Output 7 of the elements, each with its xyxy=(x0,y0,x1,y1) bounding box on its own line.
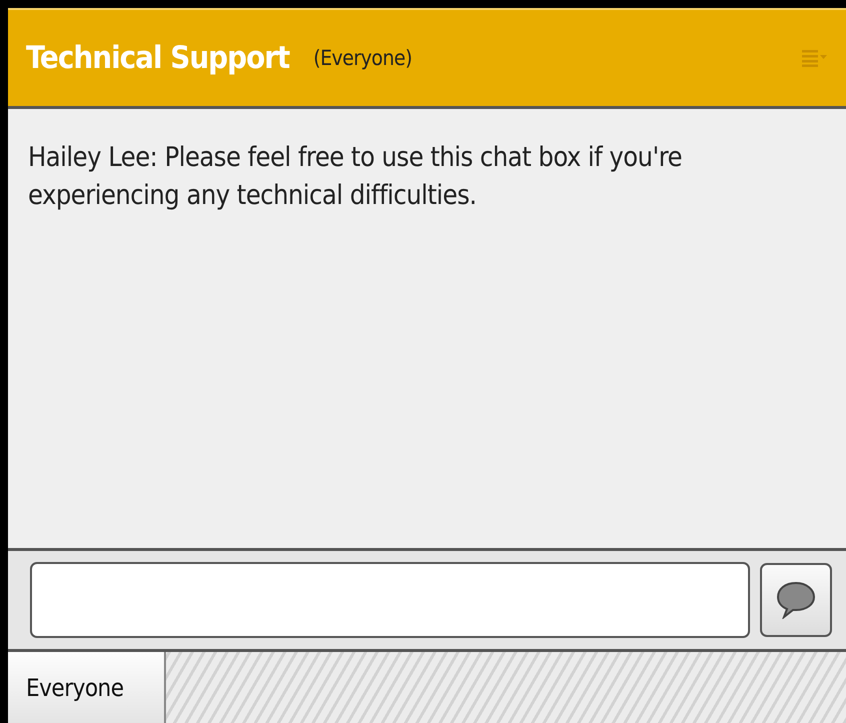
chat-tab[interactable]: Everyone xyxy=(8,652,166,723)
audience-label: (Everyone) xyxy=(313,46,412,70)
chat-message: Hailey Lee: Please feel free to use this chat box if you're experiencing any technical difficulties. xyxy=(28,141,683,213)
speech-bubble-icon xyxy=(776,581,816,619)
message-input[interactable] xyxy=(30,562,750,638)
send-button[interactable] xyxy=(760,563,832,637)
panel-title: Technical Support xyxy=(26,40,290,76)
